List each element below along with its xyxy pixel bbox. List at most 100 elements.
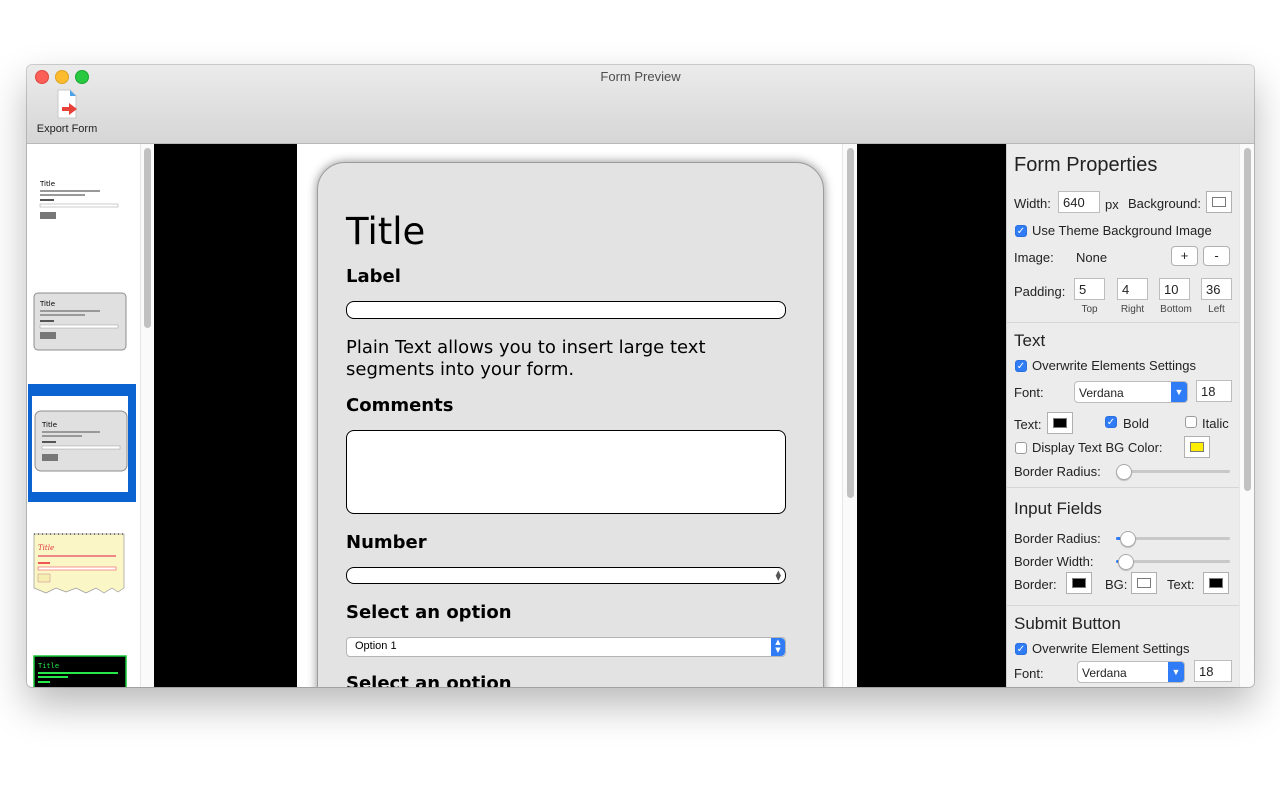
form-card: Title Label Plain Text allows you to ins… — [317, 162, 824, 687]
properties-panel: Form Properties Width: 640 px Background… — [1006, 144, 1240, 687]
text-color-swatch — [1053, 418, 1067, 428]
svg-text:Title: Title — [39, 300, 55, 308]
preview-margin-right — [857, 144, 1006, 687]
text-font-size-field[interactable]: 18 — [1196, 380, 1232, 402]
input-border-color-well[interactable] — [1066, 572, 1092, 594]
image-value: None — [1076, 250, 1108, 265]
width-field[interactable]: 640 — [1058, 191, 1100, 213]
select-label-2: Select an option — [346, 673, 512, 687]
background-color-well[interactable] — [1206, 191, 1232, 213]
width-label: Width: — [1014, 196, 1051, 211]
comments-label: Comments — [346, 395, 454, 416]
export-icon — [56, 89, 78, 119]
text-overwrite-checkbox[interactable]: ✓ — [1015, 360, 1027, 372]
text-color-well[interactable] — [1047, 412, 1073, 434]
form-preview-window: Form Preview Export Form Title Title Tit… — [27, 65, 1254, 687]
submit-overwrite-label: Overwrite Element Settings — [1032, 641, 1190, 656]
comments-textarea[interactable] — [346, 430, 786, 514]
option-select-value: Option 1 — [355, 640, 397, 652]
form-properties-header: Form Properties — [1014, 154, 1158, 176]
chevron-down-icon: ▼ — [1171, 382, 1187, 402]
width-unit: px — [1105, 197, 1119, 212]
use-theme-bg-checkbox[interactable]: ✓ — [1015, 225, 1027, 237]
input-border-color-label: Border: — [1014, 577, 1057, 592]
select-chevron-icon: ▲ ▼ — [771, 638, 785, 656]
form-label: Label — [346, 266, 401, 287]
form-title: Title — [346, 210, 426, 253]
text-bg-color-swatch — [1190, 442, 1204, 452]
input-bg-color-well[interactable] — [1131, 572, 1157, 594]
theme-list: Title Title Title Title Title — [27, 144, 154, 687]
properties-scrollbar[interactable] — [1239, 144, 1254, 687]
bold-label: Bold — [1123, 416, 1150, 431]
number-input[interactable]: ▲ ▼ — [346, 567, 786, 584]
input-border-radius-label: Border Radius: — [1014, 531, 1101, 546]
preview-scrollbar[interactable] — [842, 144, 858, 687]
display-text-bg-checkbox[interactable] — [1015, 442, 1027, 454]
bold-checkbox[interactable]: ✓ — [1105, 416, 1117, 428]
svg-text:Title: Title — [38, 662, 59, 670]
input-border-radius-slider[interactable] — [1116, 531, 1230, 547]
chevron-down-icon: ▼ — [1168, 662, 1184, 682]
number-label: Number — [346, 532, 427, 553]
image-label: Image: — [1014, 250, 1054, 265]
form-preview-canvas: Title Label Plain Text allows you to ins… — [297, 144, 842, 687]
text-font-popup[interactable]: Verdana ▼ — [1074, 381, 1188, 403]
plain-text-block: Plain Text allows you to insert large te… — [346, 337, 706, 380]
select-label: Select an option — [346, 602, 512, 623]
export-form-button[interactable]: Export Form — [33, 89, 101, 139]
submit-overwrite-checkbox[interactable]: ✓ — [1015, 643, 1027, 655]
svg-text:Title: Title — [41, 421, 57, 429]
input-border-width-slider[interactable] — [1116, 554, 1230, 570]
padding-top-field[interactable]: 5 — [1074, 278, 1105, 300]
padding-top-caption: Top — [1081, 304, 1098, 315]
use-theme-bg-label: Use Theme Background Image — [1032, 223, 1212, 238]
padding-label: Padding: — [1014, 284, 1066, 299]
text-bg-color-well[interactable] — [1184, 436, 1210, 458]
theme-list-scrollbar[interactable] — [140, 144, 155, 687]
submit-font-value: Verdana — [1082, 666, 1127, 680]
padding-right-field[interactable]: 4 — [1117, 278, 1148, 300]
input-border-width-label: Border Width: — [1014, 554, 1094, 569]
theme-thumbnail-notebook[interactable]: Title — [28, 522, 136, 640]
italic-checkbox[interactable] — [1185, 416, 1197, 428]
submit-font-label: Font: — [1014, 666, 1044, 681]
add-image-button[interactable]: + — [1171, 246, 1198, 266]
number-stepper-icon[interactable]: ▲ ▼ — [776, 570, 781, 582]
submit-font-popup[interactable]: Verdana ▼ — [1077, 661, 1185, 683]
option-select[interactable]: Option 1 ▲ ▼ — [346, 637, 786, 657]
text-border-radius-slider[interactable] — [1116, 464, 1230, 480]
padding-right-caption: Right — [1120, 304, 1145, 315]
theme-thumbnail-selected[interactable]: Title — [28, 384, 136, 502]
submit-font-size-field[interactable]: 18 — [1194, 660, 1232, 682]
window-title: Form Preview — [600, 69, 681, 84]
input-bg-color-label: BG: — [1105, 577, 1128, 592]
text-section-header: Text — [1014, 331, 1046, 350]
italic-label: Italic — [1202, 416, 1229, 431]
svg-text:Title: Title — [38, 544, 54, 552]
input-text-color-well[interactable] — [1203, 572, 1229, 594]
text-color-label: Text: — [1014, 417, 1042, 432]
text-font-label: Font: — [1014, 385, 1044, 400]
padding-bottom-caption: Bottom — [1160, 304, 1192, 315]
theme-thumbnail-terminal[interactable]: Title — [28, 644, 136, 687]
svg-text:Title: Title — [39, 180, 55, 188]
export-form-label: Export Form — [36, 123, 98, 135]
background-label: Background: — [1128, 196, 1201, 211]
remove-image-button[interactable]: - — [1203, 246, 1230, 266]
text-font-value: Verdana — [1079, 386, 1124, 400]
label-text-input[interactable] — [346, 301, 786, 319]
padding-left-field[interactable]: 36 — [1201, 278, 1232, 300]
title-bar: Form Preview Export Form — [27, 65, 1254, 144]
display-text-bg-label: Display Text BG Color: — [1032, 440, 1163, 455]
theme-thumbnail-gray-card[interactable]: Title — [28, 268, 136, 386]
input-text-color-label: Text: — [1167, 577, 1195, 592]
padding-left-caption: Left — [1208, 304, 1225, 315]
theme-thumbnail-plain[interactable]: Title — [28, 148, 136, 266]
preview-margin-left — [154, 144, 297, 687]
submit-button-header: Submit Button — [1014, 614, 1121, 633]
text-overwrite-label: Overwrite Elements Settings — [1032, 358, 1197, 373]
text-border-radius-label: Border Radius: — [1014, 464, 1101, 479]
input-fields-header: Input Fields — [1014, 499, 1102, 518]
padding-bottom-field[interactable]: 10 — [1159, 278, 1190, 300]
